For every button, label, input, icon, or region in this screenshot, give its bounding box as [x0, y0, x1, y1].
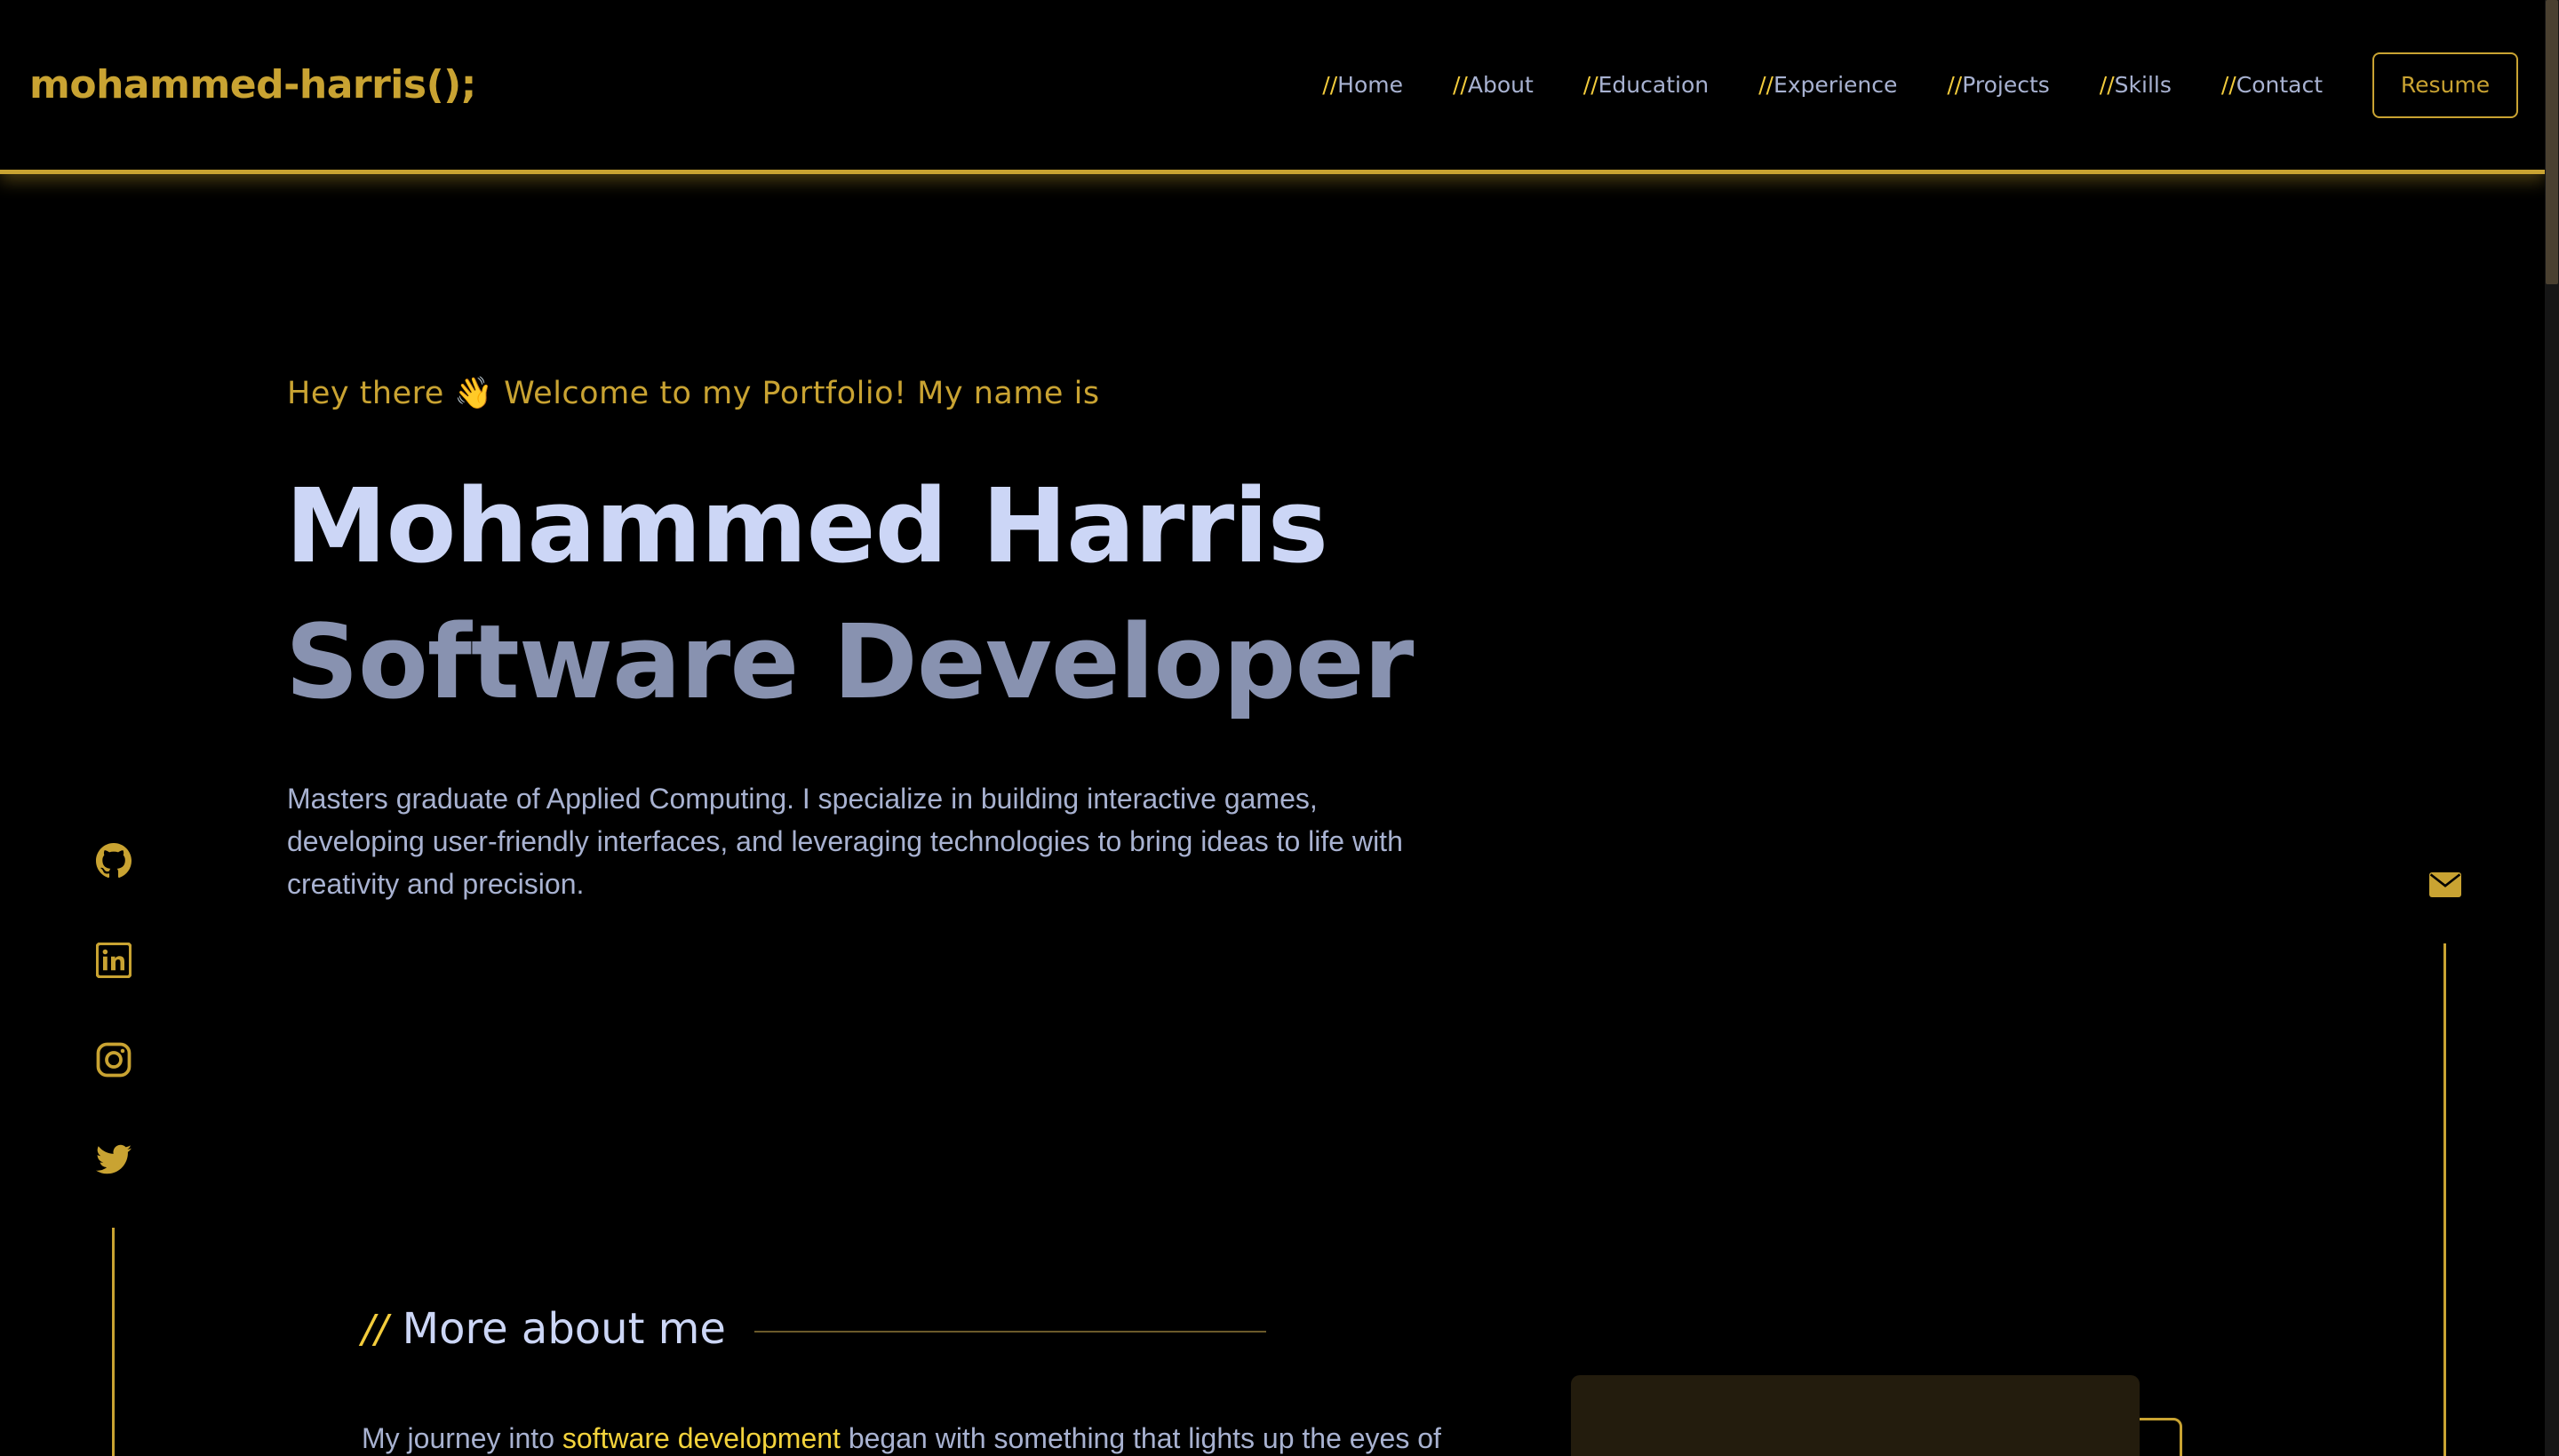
nav-link-education[interactable]: //Education: [1583, 72, 1709, 98]
about-heading-rule: [754, 1331, 1266, 1333]
about-highlight: software development: [562, 1422, 841, 1454]
resume-button[interactable]: Resume: [2372, 52, 2518, 118]
envelope-icon[interactable]: [2429, 872, 2461, 901]
heading-prefix: //: [362, 1306, 388, 1352]
profile-photo-card: [1571, 1375, 2140, 1456]
scrollbar-thumb[interactable]: [2546, 0, 2558, 284]
page-scrollbar[interactable]: [2545, 0, 2559, 1456]
email-divider-line: [2443, 943, 2446, 1456]
linkedin-icon[interactable]: [95, 942, 132, 979]
site-header: mohammed-harris(); //Home //About //Educ…: [0, 0, 2545, 174]
hero-role: Software Developer: [285, 603, 1414, 722]
nav-link-skills[interactable]: //Skills: [2100, 72, 2172, 98]
hero-description: Masters graduate of Applied Computing. I…: [287, 783, 1403, 900]
hero-greeting: Hey there 👋 Welcome to my Portfolio! My …: [287, 376, 1100, 411]
nav-link-home[interactable]: //Home: [1322, 72, 1403, 98]
social-links: [89, 842, 139, 1240]
github-icon[interactable]: [95, 842, 132, 879]
hero-name: Mohammed Harris: [285, 467, 1328, 586]
nav-link-about[interactable]: //About: [1453, 72, 1534, 98]
nav-link-contact[interactable]: //Contact: [2221, 72, 2323, 98]
twitter-icon[interactable]: [95, 1141, 132, 1178]
about-heading: // More about me: [362, 1304, 726, 1354]
nav-link-projects[interactable]: //Projects: [1947, 72, 2049, 98]
social-divider-line: [112, 1228, 115, 1456]
about-title: More about me: [402, 1304, 726, 1354]
instagram-icon[interactable]: [95, 1041, 132, 1078]
main-nav: //Home //About //Education //Experience …: [1272, 52, 2518, 118]
site-logo[interactable]: mohammed-harris();: [29, 62, 476, 107]
nav-link-experience[interactable]: //Experience: [1758, 72, 1897, 98]
about-paragraph: My journey into software development beg…: [362, 1422, 1441, 1454]
